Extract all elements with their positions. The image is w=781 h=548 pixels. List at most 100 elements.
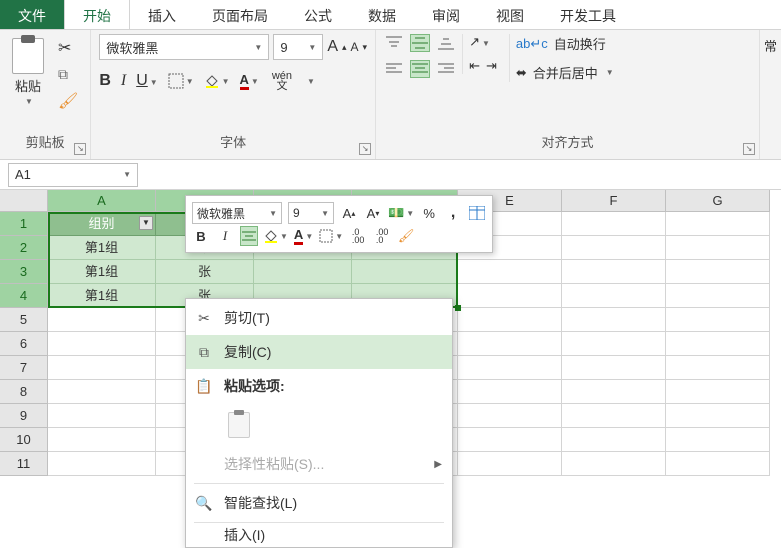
align-middle-button[interactable] (410, 34, 430, 52)
row-header[interactable]: 7 (0, 356, 48, 380)
row-header[interactable]: 1 (0, 212, 48, 236)
cell[interactable] (666, 236, 770, 260)
row-header[interactable]: 10 (0, 428, 48, 452)
cell[interactable] (666, 284, 770, 308)
row-header[interactable]: 3 (0, 260, 48, 284)
cell[interactable] (458, 356, 562, 380)
cell[interactable] (458, 428, 562, 452)
mini-grow-font[interactable]: A▴ (340, 203, 358, 223)
cell[interactable] (254, 260, 352, 284)
col-header-g[interactable]: G (666, 190, 770, 212)
alignment-dialog-launcher[interactable]: ↘ (743, 143, 755, 155)
cell[interactable] (48, 428, 156, 452)
row-header[interactable]: 9 (0, 404, 48, 428)
copy-icon[interactable]: ⧉ (58, 66, 78, 83)
mini-comma-button[interactable]: , (444, 203, 462, 223)
name-box[interactable]: A1 ▼ (8, 163, 138, 187)
selection-handle[interactable] (455, 305, 461, 311)
cell[interactable] (458, 284, 562, 308)
cell[interactable] (666, 452, 770, 476)
cell[interactable] (48, 452, 156, 476)
ctx-smart-find[interactable]: 🔍 智能查找(L) (186, 486, 452, 520)
font-dialog-launcher[interactable]: ↘ (359, 143, 371, 155)
underline-button[interactable]: U (136, 72, 148, 89)
mini-align-center-button[interactable] (240, 226, 258, 246)
ctx-paste-special[interactable]: 选择性粘贴(S)... ▶ (186, 447, 452, 481)
mini-table-format-button[interactable] (468, 203, 486, 223)
cell[interactable] (666, 260, 770, 284)
cell[interactable] (666, 212, 770, 236)
row-header[interactable]: 6 (0, 332, 48, 356)
tab-view[interactable]: 视图 (478, 0, 542, 29)
tab-layout[interactable]: 页面布局 (194, 0, 286, 29)
merge-center-button[interactable]: ⬌合并后居中▼ (516, 63, 614, 82)
table-header-cell[interactable]: 组别▼ (48, 212, 156, 236)
cut-icon[interactable]: ✂ (58, 38, 78, 58)
cell[interactable] (562, 380, 666, 404)
tab-data[interactable]: 数据 (350, 0, 414, 29)
tab-insert[interactable]: 插入 (130, 0, 194, 29)
cell[interactable] (458, 380, 562, 404)
row-header[interactable]: 2 (0, 236, 48, 260)
filter-arrow-icon[interactable]: ▼ (139, 216, 153, 230)
cell[interactable] (666, 404, 770, 428)
paste-button[interactable]: 粘贴 ▼ (8, 34, 48, 110)
ctx-insert[interactable]: 插入(I) (186, 525, 452, 545)
cell[interactable] (562, 212, 666, 236)
cell[interactable] (666, 332, 770, 356)
cell[interactable] (562, 284, 666, 308)
cell[interactable] (458, 260, 562, 284)
indent-increase-button[interactable]: ⇥ (486, 58, 497, 74)
cell[interactable] (48, 308, 156, 332)
mini-shrink-font[interactable]: A▾ (364, 203, 382, 223)
tab-home[interactable]: 开始 (64, 0, 130, 29)
wrap-text-button[interactable]: ab↵c自动换行 (516, 34, 614, 53)
mini-percent-button[interactable]: % (420, 203, 438, 223)
tab-review[interactable]: 审阅 (414, 0, 478, 29)
indent-decrease-button[interactable]: ⇤ (469, 58, 480, 74)
font-name-dropdown[interactable]: 微软雅黑 ▼ (99, 34, 269, 60)
cell[interactable] (562, 236, 666, 260)
format-painter-icon[interactable]: 🖌 (58, 91, 78, 111)
clipboard-dialog-launcher[interactable]: ↘ (74, 143, 86, 155)
cell[interactable] (666, 356, 770, 380)
mini-font-color-button[interactable]: A▼ (294, 226, 313, 246)
mini-font-size[interactable]: 9▼ (288, 202, 334, 224)
align-center-button[interactable] (410, 60, 430, 78)
cell[interactable] (562, 404, 666, 428)
col-header-a[interactable]: A (48, 190, 156, 212)
tab-file[interactable]: 文件 (0, 0, 64, 29)
mini-fill-color-button[interactable]: ▼ (264, 226, 288, 246)
orientation-button[interactable]: ↗▼ (469, 34, 497, 50)
mini-increase-decimal[interactable]: .0 .00 (349, 226, 367, 246)
cell[interactable] (458, 332, 562, 356)
mini-italic-button[interactable]: I (216, 226, 234, 246)
cell[interactable] (562, 452, 666, 476)
cell[interactable]: 张 (156, 260, 254, 284)
row-header[interactable]: 8 (0, 380, 48, 404)
mini-font-name[interactable]: 微软雅黑▼ (192, 202, 282, 224)
cell[interactable] (562, 356, 666, 380)
italic-button[interactable]: I (121, 72, 126, 90)
row-header[interactable]: 4 (0, 284, 48, 308)
cell[interactable]: 第1组 (48, 284, 156, 308)
bold-button[interactable]: B (99, 72, 111, 90)
cell[interactable] (562, 428, 666, 452)
paste-option-default[interactable] (224, 408, 254, 442)
mini-currency-button[interactable]: 💵▼ (388, 203, 414, 223)
row-header[interactable]: 11 (0, 452, 48, 476)
cell[interactable] (562, 308, 666, 332)
fill-color-button[interactable]: ▼ (204, 73, 230, 89)
cell[interactable] (352, 260, 458, 284)
select-all-button[interactable] (0, 190, 48, 212)
align-right-button[interactable] (436, 60, 456, 78)
font-size-dropdown[interactable]: 9 ▼ (273, 34, 323, 60)
mini-bold-button[interactable]: B (192, 226, 210, 246)
mini-border-button[interactable]: ▼ (319, 226, 343, 246)
ctx-cut[interactable]: ✂ 剪切(T) (186, 301, 452, 335)
cell[interactable] (666, 428, 770, 452)
shrink-font-button[interactable]: A (351, 40, 359, 54)
cell[interactable] (48, 380, 156, 404)
cell[interactable] (562, 260, 666, 284)
tab-formula[interactable]: 公式 (286, 0, 350, 29)
